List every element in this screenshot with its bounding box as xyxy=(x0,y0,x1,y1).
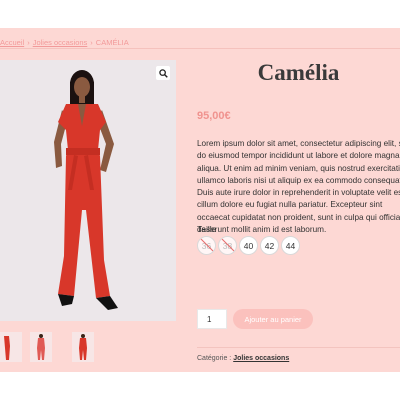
product-description: Lorem ipsum dolor sit amet, consectetur … xyxy=(197,139,400,235)
category-label: Catégorie : xyxy=(197,355,232,362)
zoom-button[interactable] xyxy=(156,66,170,80)
thumbnail-3[interactable] xyxy=(72,332,94,362)
size-selector: 36 38 40 42 44 xyxy=(197,236,400,256)
category-link[interactable]: Jolies occasions xyxy=(233,355,289,362)
breadcrumb-separator: › xyxy=(27,38,30,47)
add-to-cart-button[interactable]: Ajouter au panier xyxy=(233,309,313,329)
product-category: Catégorie : Jolies occasions xyxy=(197,355,289,362)
meta-divider xyxy=(197,347,400,348)
quantity-input[interactable] xyxy=(197,309,227,329)
size-option-44[interactable]: 44 xyxy=(281,236,300,255)
product-title: Camélia xyxy=(257,60,340,85)
thumbnail-image xyxy=(30,332,52,362)
thumbnail-1[interactable] xyxy=(0,332,22,362)
thumbnail-2[interactable] xyxy=(30,332,52,362)
thumbnail-image xyxy=(72,332,94,362)
product-page: Accueil › Jolies occasions › CAMÉLIA Cam… xyxy=(0,28,400,372)
size-option-36[interactable]: 36 xyxy=(197,236,216,255)
thumbnail-strip xyxy=(0,332,176,362)
breadcrumb-current: CAMÉLIA xyxy=(95,38,129,47)
size-option-38[interactable]: 38 xyxy=(218,236,237,255)
breadcrumb-home-link[interactable]: Accueil xyxy=(0,38,24,47)
size-option-40[interactable]: 40 xyxy=(239,236,258,255)
product-price: 95,00€ xyxy=(197,110,231,122)
product-summary: Camélia 95,00€ Lorem ipsum dolor sit ame… xyxy=(197,60,400,362)
thumbnail-image xyxy=(0,332,22,362)
product-main-image[interactable] xyxy=(0,60,176,321)
breadcrumb-category-link[interactable]: Jolies occasions xyxy=(33,38,88,47)
size-option-42[interactable]: 42 xyxy=(260,236,279,255)
size-label: Taille xyxy=(197,224,217,234)
product-photo xyxy=(0,60,176,321)
breadcrumb-divider xyxy=(0,48,400,49)
magnifier-icon xyxy=(158,68,168,78)
breadcrumb-separator: › xyxy=(90,38,93,47)
